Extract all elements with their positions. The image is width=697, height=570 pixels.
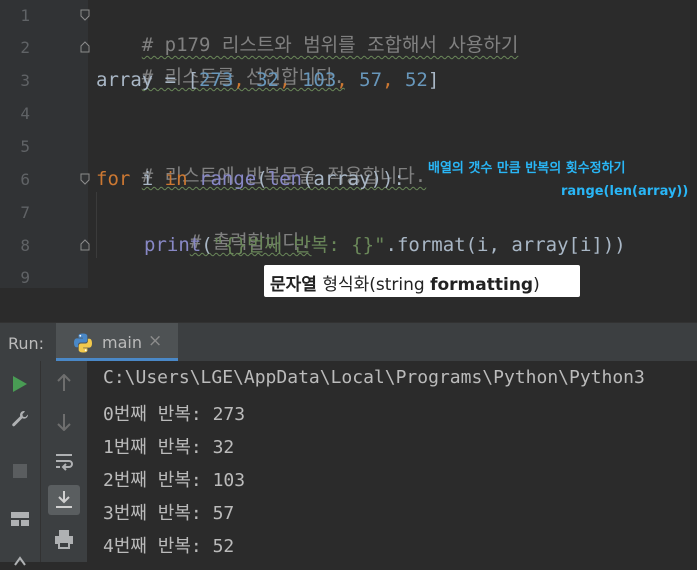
code-line-6[interactable]: for i in range(len(array)): bbox=[96, 164, 405, 194]
annotation-text: 문자열 형식화(string formatting) bbox=[270, 275, 540, 295]
console-line: 4번째 반복: 52 bbox=[103, 536, 235, 557]
arrow-down-icon[interactable] bbox=[56, 413, 72, 435]
code-token: , bbox=[279, 69, 302, 91]
keyword: in bbox=[164, 168, 188, 190]
code-token: , bbox=[233, 69, 257, 91]
fold-end-icon[interactable] bbox=[80, 239, 90, 251]
annotation-note: range(len(array)) bbox=[561, 184, 689, 199]
code-line-3[interactable]: array = [273, 32, 103, 57, 52] bbox=[96, 65, 439, 95]
line-number: 8 bbox=[20, 236, 30, 255]
line-number: 9 bbox=[20, 268, 30, 287]
code-token: .format(i, array[i])) bbox=[385, 234, 626, 256]
code-line-2[interactable]: # 리스트를 선언합니다. bbox=[96, 32, 345, 88]
arrow-up-icon[interactable] bbox=[56, 373, 72, 396]
print-icon[interactable] bbox=[53, 528, 75, 554]
console-toolbar bbox=[40, 361, 87, 562]
console-line: 2번째 반복: 103 bbox=[103, 470, 246, 491]
line-number: 1 bbox=[20, 6, 30, 25]
code-line-8[interactable]: print("{}번째 반복: {}".format(i, array[i])) bbox=[144, 230, 626, 260]
line-number: 7 bbox=[20, 203, 30, 222]
run-tab-label: main bbox=[102, 333, 142, 352]
code-token: , bbox=[336, 69, 360, 91]
code-token: i bbox=[130, 168, 165, 190]
number-literal: 103 bbox=[301, 69, 337, 91]
stop-icon[interactable] bbox=[12, 463, 28, 483]
number-literal: 52 bbox=[404, 69, 428, 91]
line-number: 4 bbox=[20, 104, 30, 123]
console-line: C:\Users\LGE\AppData\Local\Programs\Pyth… bbox=[103, 367, 645, 388]
fold-end-icon[interactable] bbox=[80, 41, 90, 53]
string-literal: "{}번째 반복: {}" bbox=[212, 234, 386, 256]
python-icon bbox=[72, 332, 94, 358]
more-icon[interactable] bbox=[14, 551, 26, 570]
code-token: (array)): bbox=[301, 168, 405, 190]
line-number: 5 bbox=[20, 137, 30, 156]
line-number: 3 bbox=[20, 71, 30, 90]
code-token: , bbox=[382, 69, 405, 91]
code-editor[interactable]: 1 2 3 4 5 6 7 8 9 # p179 리스트와 범위를 조합해서 사… bbox=[0, 0, 697, 288]
console-output[interactable]: C:\Users\LGE\AppData\Local\Programs\Pyth… bbox=[87, 361, 697, 562]
annotation-callout: 문자열 형식화(string formatting) bbox=[264, 265, 580, 297]
code-token: ( bbox=[256, 168, 268, 190]
console-line: 1번째 반복: 32 bbox=[103, 437, 235, 458]
code-token: ( bbox=[201, 234, 213, 256]
number-literal: 57 bbox=[359, 69, 383, 91]
soft-wrap-icon[interactable] bbox=[54, 451, 74, 475]
code-line-5[interactable]: # 리스트에 반복문을 적용합니다. bbox=[96, 131, 426, 187]
scroll-to-end-button[interactable] bbox=[48, 485, 80, 515]
builtin: range bbox=[199, 168, 257, 190]
code-line-1[interactable]: # p179 리스트와 범위를 조합해서 사용하기 bbox=[96, 0, 519, 56]
wrench-icon[interactable] bbox=[10, 409, 30, 433]
builtin: len bbox=[267, 168, 302, 190]
fold-marker-icon[interactable] bbox=[80, 173, 90, 185]
console-line: 0번째 반복: 273 bbox=[103, 404, 246, 425]
line-number: 2 bbox=[20, 38, 30, 57]
line-number-gutter: 1 2 3 4 5 6 7 8 9 bbox=[0, 0, 90, 288]
code-token: ] bbox=[427, 69, 440, 91]
run-icon[interactable] bbox=[12, 375, 28, 397]
close-tab-icon[interactable]: × bbox=[148, 331, 162, 351]
line-number: 6 bbox=[20, 170, 30, 189]
builtin: print bbox=[144, 234, 202, 256]
annotation-note: 배열의 갯수 만큼 반복의 횟수정하기 bbox=[428, 161, 626, 176]
layout-icon[interactable] bbox=[10, 511, 30, 531]
number-literal: 273 bbox=[198, 69, 234, 91]
keyword: for bbox=[96, 168, 131, 190]
number-literal: 32 bbox=[256, 69, 280, 91]
run-tab-main[interactable]: main × bbox=[56, 323, 178, 361]
run-panel-header: Run: main × bbox=[0, 322, 697, 361]
fold-marker-icon[interactable] bbox=[80, 9, 90, 21]
run-label: Run: bbox=[8, 334, 45, 353]
run-toolbar bbox=[0, 361, 40, 566]
code-line-7[interactable]: # 출력합니다. bbox=[144, 197, 312, 253]
code-token: array = [ bbox=[96, 69, 199, 91]
console-line: 3번째 반복: 57 bbox=[103, 503, 235, 524]
